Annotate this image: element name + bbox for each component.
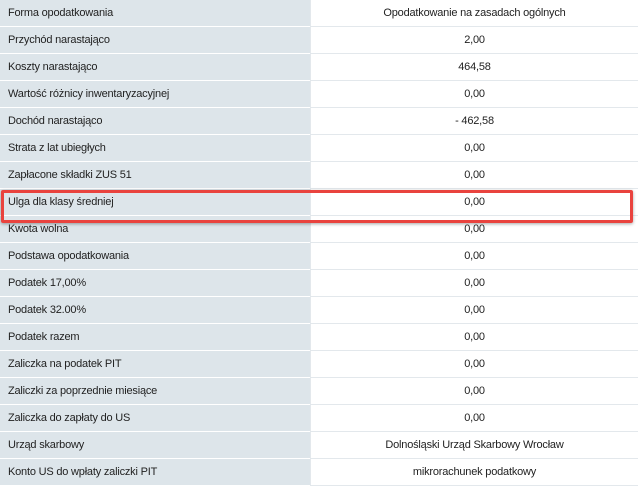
row-label: Podatek 32.00% (0, 297, 310, 324)
row-label: Wartość różnicy inwentaryzacyjnej (0, 81, 310, 108)
row-value: 0,00 (310, 297, 638, 324)
row-value: Dolnośląski Urząd Skarbowy Wrocław (310, 432, 638, 459)
table-row: Podatek 17,00% 0,00 (0, 270, 638, 297)
row-label: Strata z lat ubiegłych (0, 135, 310, 162)
row-value: mikrorachunek podatkowy (310, 459, 638, 486)
table-row: Strata z lat ubiegłych 0,00 (0, 135, 638, 162)
row-value: 0,00 (310, 162, 638, 189)
row-value: 0,00 (310, 270, 638, 297)
tax-summary-table: Forma opodatkowania Opodatkowanie na zas… (0, 0, 638, 486)
table-row: Wartość różnicy inwentaryzacyjnej 0,00 (0, 81, 638, 108)
row-value: - 462,58 (310, 108, 638, 135)
row-label: Podatek razem (0, 324, 310, 351)
row-value: 2,00 (310, 27, 638, 54)
row-value: 0,00 (310, 81, 638, 108)
row-label: Podstawa opodatkowania (0, 243, 310, 270)
table-row: Podatek 32.00% 0,00 (0, 297, 638, 324)
table-row: Dochód narastająco - 462,58 (0, 108, 638, 135)
table-row: Konto US do wpłaty zaliczki PIT mikrorac… (0, 459, 638, 486)
row-value: 0,00 (310, 135, 638, 162)
table-row: Przychód narastająco 2,00 (0, 27, 638, 54)
row-label: Zaliczka na podatek PIT (0, 351, 310, 378)
row-label: Koszty narastająco (0, 54, 310, 81)
row-label: Podatek 17,00% (0, 270, 310, 297)
row-value: Opodatkowanie na zasadach ogólnych (310, 0, 638, 27)
row-value: 0,00 (310, 351, 638, 378)
row-label: Dochód narastająco (0, 108, 310, 135)
table-row: Urząd skarbowy Dolnośląski Urząd Skarbow… (0, 432, 638, 459)
row-value: 0,00 (310, 405, 638, 432)
row-label: Forma opodatkowania (0, 0, 310, 27)
row-label: Zaliczki za poprzednie miesiące (0, 378, 310, 405)
row-label: Przychód narastająco (0, 27, 310, 54)
row-value: 0,00 (310, 378, 638, 405)
row-label: Zaliczka do zapłaty do US (0, 405, 310, 432)
row-value: 464,58 (310, 54, 638, 81)
row-label: Zapłacone składki ZUS 51 (0, 162, 310, 189)
highlight-box (1, 190, 633, 223)
table-row: Forma opodatkowania Opodatkowanie na zas… (0, 0, 638, 27)
row-value: 0,00 (310, 243, 638, 270)
table-row: Zaliczka na podatek PIT 0,00 (0, 351, 638, 378)
row-value: 0,00 (310, 324, 638, 351)
row-label: Konto US do wpłaty zaliczki PIT (0, 459, 310, 486)
table-row: Zaliczka do zapłaty do US 0,00 (0, 405, 638, 432)
table-row: Podatek razem 0,00 (0, 324, 638, 351)
table-row: Zaliczki za poprzednie miesiące 0,00 (0, 378, 638, 405)
row-label: Urząd skarbowy (0, 432, 310, 459)
table-row: Zapłacone składki ZUS 51 0,00 (0, 162, 638, 189)
table-row: Koszty narastająco 464,58 (0, 54, 638, 81)
table-row: Podstawa opodatkowania 0,00 (0, 243, 638, 270)
